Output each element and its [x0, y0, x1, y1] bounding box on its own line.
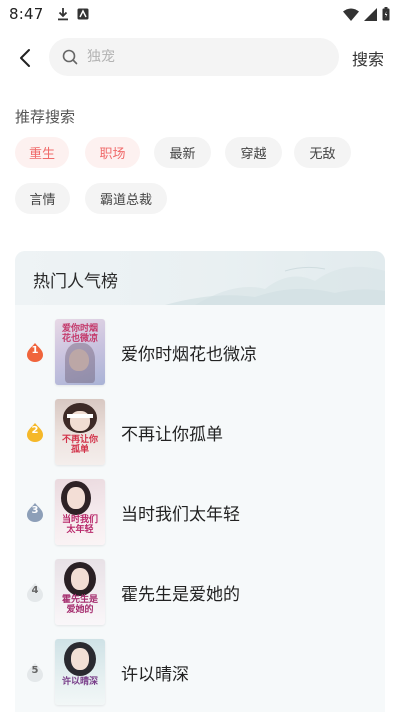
tag-chongsheng[interactable]: 重生 — [15, 137, 69, 168]
ranking-item[interactable]: 5 许以晴深 许以晴深 — [15, 637, 385, 711]
search-input[interactable] — [87, 49, 307, 65]
rank-badge-1: 1 — [25, 342, 45, 362]
chevron-left-icon — [20, 49, 30, 67]
system-icons — [343, 7, 390, 21]
book-title: 霍先生是爱她的 — [121, 585, 240, 605]
search-header: 搜索 — [0, 36, 400, 80]
book-cover-4: 霍先生是爱她的 — [55, 559, 105, 625]
book-title: 当时我们太年轻 — [121, 505, 240, 525]
tag-yanqing[interactable]: 言情 — [15, 183, 70, 214]
search-submit-button[interactable]: 搜索 — [352, 46, 384, 70]
cover-title-text: 爱你时烟花也微凉 — [61, 324, 98, 344]
ranking-item[interactable]: 4 霍先生是爱她的 霍先生是爱她的 — [15, 557, 385, 631]
search-box[interactable] — [49, 38, 339, 76]
status-bar: 8:47 — [0, 0, 400, 28]
book-title: 许以晴深 — [121, 665, 189, 685]
tag-wudi[interactable]: 无敌 — [294, 137, 351, 168]
book-cover-3: 当时我们太年轻 — [55, 479, 105, 545]
tag-badao-zongcai[interactable]: 霸道总裁 — [85, 183, 167, 214]
recommend-title: 推荐搜索 — [15, 108, 76, 126]
hot-ranking-panel: 热门人气榜 1 爱你时烟花也微凉 爱你时烟花也微凉 2 不再让你孤单 不再让你孤… — [15, 251, 385, 712]
cover-title-text: 许以晴深 — [61, 677, 98, 687]
cover-title-text: 当时我们太年轻 — [61, 515, 98, 535]
rank-badge-3: 3 — [25, 502, 45, 522]
ranking-item[interactable]: 2 不再让你孤单 不再让你孤单 — [15, 397, 385, 471]
ranking-item[interactable]: 3 当时我们太年轻 当时我们太年轻 — [15, 477, 385, 551]
book-title: 爱你时烟花也微凉 — [121, 345, 257, 365]
wifi-icon — [343, 8, 359, 21]
tag-chuanyue[interactable]: 穿越 — [225, 137, 282, 168]
tag-zhichang[interactable]: 职场 — [85, 137, 140, 168]
notification-icons — [57, 7, 89, 21]
ranking-title: 热门人气榜 — [33, 272, 118, 292]
cover-title-text: 不再让你孤单 — [61, 435, 98, 455]
search-icon — [62, 49, 78, 65]
signal-icon — [364, 7, 377, 21]
rank-badge-2: 2 — [25, 422, 45, 442]
book-cover-1: 爱你时烟花也微凉 — [55, 319, 105, 385]
back-button[interactable] — [12, 42, 38, 74]
book-cover-2: 不再让你孤单 — [55, 399, 105, 465]
download-icon — [58, 8, 69, 21]
status-time: 8:47 — [9, 5, 44, 23]
ranking-item[interactable]: 1 爱你时烟花也微凉 爱你时烟花也微凉 — [15, 317, 385, 391]
book-title: 不再让你孤单 — [121, 425, 223, 445]
ranking-header: 热门人气榜 — [15, 251, 385, 305]
battery-icon — [382, 7, 390, 21]
rank-badge-4: 4 — [25, 582, 45, 602]
app-notification-icon — [77, 8, 89, 20]
tag-zuixin[interactable]: 最新 — [154, 137, 211, 168]
cover-title-text: 霍先生是爱她的 — [61, 595, 98, 615]
rank-badge-5: 5 — [25, 662, 45, 682]
book-cover-5: 许以晴深 — [55, 639, 105, 705]
